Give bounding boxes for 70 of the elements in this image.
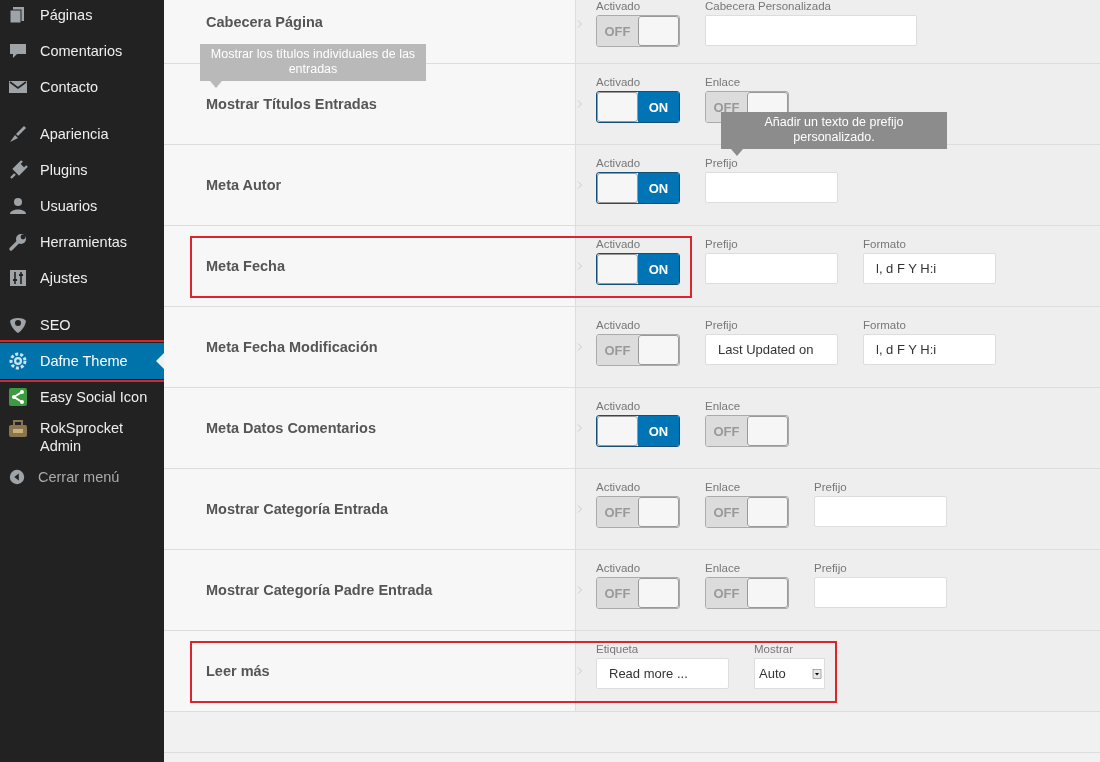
toggle-switch[interactable]: ON [596,415,680,447]
briefcase-icon [8,419,28,439]
tooltip: Mostrar los títulos individuales de las entradas [200,44,426,88]
sliders-icon [8,268,28,288]
sidebar-item[interactable]: Easy Social Icon [0,379,164,415]
sidebar-item[interactable]: SEO [0,296,164,343]
field-caption: Enlace [705,481,742,493]
paintbrush-icon [8,124,28,144]
field-caption: Prefijo [705,319,739,331]
field-caption: Activado [596,481,642,493]
input-field[interactable] [814,496,947,527]
toggle-switch[interactable]: ON [596,172,680,204]
input-field[interactable]: l, d F Y H:i [863,334,996,365]
field-caption: Enlace [705,400,742,412]
field-caption: Prefijo [814,562,848,574]
dropdown-field[interactable]: Auto [754,658,825,689]
shield-icon [8,315,28,335]
setting-label: Cabecera Página [206,13,323,30]
setting-label: Mostrar Categoría Padre Entrada [206,582,433,598]
setting-label: Meta Fecha Modificación [206,339,378,355]
field-caption: Activado [596,76,642,88]
sidebar-item[interactable]: Apariencia [0,105,164,152]
sidebar-item[interactable]: RokSprocket Admin [0,415,164,459]
tooltip: Añadir un texto de prefijo personalizado. [721,112,947,156]
field-caption: Prefijo [705,238,739,250]
share-icon [8,387,28,407]
field-caption: Activado [596,238,642,250]
setting-label: Leer más [206,663,270,679]
setting-label: Meta Fecha [206,258,285,274]
sidebar-item[interactable]: Plugins [0,152,164,188]
toggle-switch[interactable]: ON [596,91,680,123]
field-caption: Activado [596,319,642,331]
plug-icon [8,160,28,180]
field-caption: Enlace [705,562,742,574]
input-field[interactable] [705,253,838,284]
user-icon [8,196,28,216]
field-caption: Formato [863,238,907,250]
field-caption: Prefijo [705,157,739,169]
field-caption: Activado [596,400,642,412]
wrench-icon [8,232,28,252]
field-caption: Formato [863,319,907,331]
setting-label: Mostrar Categoría Entrada [206,501,389,517]
field-caption: Mostrar [754,643,794,655]
sidebar-item[interactable]: Dafne Theme [0,343,164,379]
sidebar-item[interactable]: Herramientas [0,224,164,260]
gear-icon [8,351,28,371]
input-field[interactable] [705,172,838,203]
input-field[interactable]: l, d F Y H:i [863,253,996,284]
input-field[interactable] [705,15,917,46]
sidebar-item[interactable]: Ajustes [0,260,164,296]
sidebar-item[interactable]: Usuarios [0,188,164,224]
field-caption: Prefijo [814,481,848,493]
field-caption: Activado [596,562,642,574]
field-caption: Activado [596,157,642,169]
input-field[interactable]: Read more ... [596,658,729,689]
input-field[interactable] [814,577,947,608]
field-caption: Enlace [705,76,742,88]
sidebar-item[interactable]: Páginas [0,0,164,33]
input-field[interactable]: Last Updated on [705,334,838,365]
field-caption: Cabecera Personalizada [705,0,832,12]
sidebar-item[interactable]: Contacto [0,69,164,105]
toggle-switch[interactable]: ON [596,253,680,285]
sidebar-item[interactable]: Comentarios [0,33,164,69]
speech-bubble-icon [8,41,28,61]
setting-label: Meta Autor [206,177,282,193]
field-caption: Activado [596,0,642,12]
setting-label: Meta Datos Comentarios [206,420,376,436]
field-caption: Etiqueta [596,643,640,655]
collapse-menu-link[interactable]: Cerrar menú [0,459,164,495]
setting-label: Mostrar Títulos Entradas [206,96,377,112]
